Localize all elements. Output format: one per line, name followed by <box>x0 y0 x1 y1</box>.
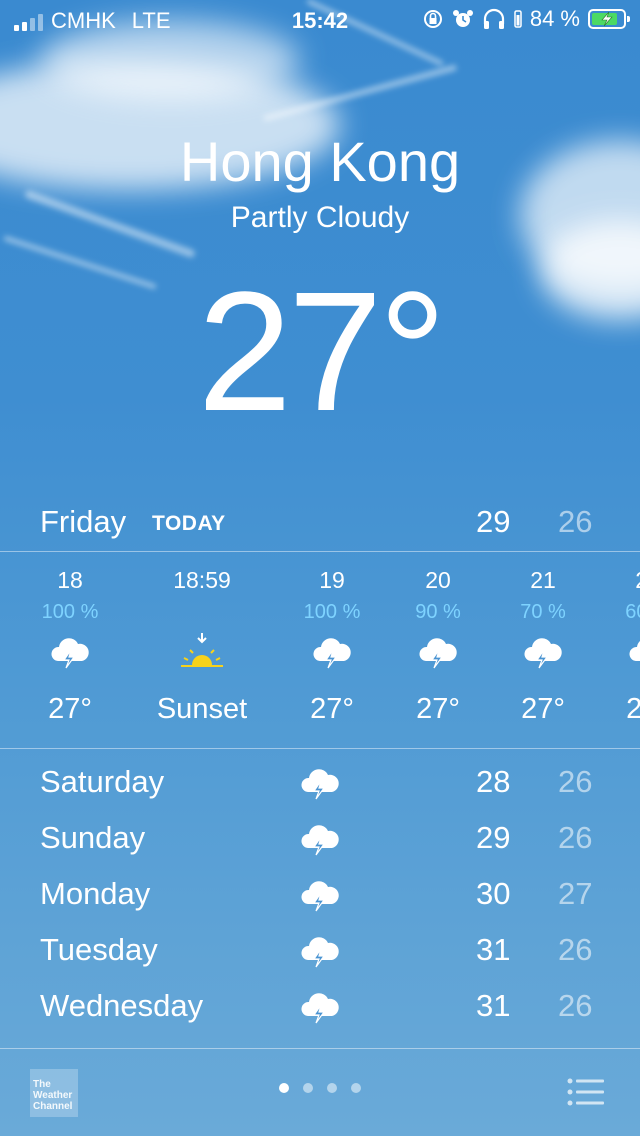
daily-high: 28 <box>476 764 511 799</box>
daily-forecast[interactable]: Saturday 28 26 Sunday 29 26 Monday 30 27 Tuesday 3… <box>0 758 640 1048</box>
divider <box>0 551 640 552</box>
thunderstorm-icon <box>524 638 562 669</box>
daily-day-name: Saturday <box>40 764 165 799</box>
daily-low: 26 <box>558 988 593 1023</box>
daily-high: 30 <box>476 876 511 911</box>
page-dot[interactable] <box>303 1083 313 1093</box>
hourly-time: 22 <box>593 567 640 594</box>
hourly-temperature: 27° <box>416 693 460 725</box>
hourly-temperature: 27° <box>310 693 354 725</box>
hourly-temperature: 27° <box>48 693 92 725</box>
thunderstorm-icon <box>301 881 339 912</box>
city-list-icon[interactable] <box>566 1077 606 1107</box>
hourly-temperature: Sunset <box>156 693 248 725</box>
thunderstorm-icon <box>301 937 339 968</box>
daily-row <box>0 1038 640 1048</box>
page-dot[interactable] <box>327 1083 337 1093</box>
sunset-icon <box>181 633 223 667</box>
thunderstorm-icon <box>301 825 339 856</box>
daily-day-name: Tuesday <box>40 932 158 967</box>
hourly-temperature: 27° <box>521 693 565 725</box>
thunderstorm-icon <box>51 638 89 669</box>
thunderstorm-icon <box>301 769 339 800</box>
alarm-icon <box>452 10 473 27</box>
hourly-time: 20 <box>425 567 451 593</box>
hourly-time: 18:59 <box>173 567 231 593</box>
daily-day-name: Wednesday <box>40 988 204 1023</box>
hourly-precipitation: 70 % <box>520 601 566 623</box>
page-indicator[interactable] <box>0 1083 640 1093</box>
hourly-precipitation: 90 % <box>415 601 461 623</box>
hourly-precipitation: 100 % <box>41 601 99 623</box>
today-high: 29 <box>476 504 511 539</box>
thunderstorm-icon <box>629 641 640 661</box>
today-summary: Friday TODAY 29 26 <box>0 500 640 548</box>
daily-high: 29 <box>476 820 511 855</box>
hourly-precipitation: 100 % <box>303 601 361 623</box>
daily-row: Monday 30 27 <box>0 870 640 926</box>
today-low: 26 <box>558 504 593 539</box>
today-day-name: Friday <box>40 504 127 539</box>
thunderstorm-icon <box>313 638 351 669</box>
small-battery-icon <box>514 10 522 28</box>
thunderstorm-icon <box>419 638 457 669</box>
page-dot[interactable] <box>351 1083 361 1093</box>
weather-condition: Partly Cloudy <box>230 201 410 234</box>
hourly-time: 21 <box>530 567 556 593</box>
hourly-time: 18 <box>57 567 83 593</box>
daily-low: 26 <box>558 820 593 855</box>
hourly-precipitation: 60 % <box>625 601 640 623</box>
weather-channel-logo[interactable]: The Weather Channel <box>30 1069 78 1117</box>
divider <box>0 748 640 749</box>
city-name: Hong Kong <box>179 130 461 193</box>
daily-day-name: Sunday <box>40 820 146 855</box>
headphones-icon <box>483 8 504 29</box>
battery-charging-icon <box>588 9 630 29</box>
daily-row: Tuesday 31 26 <box>0 926 640 982</box>
current-temperature: 27° <box>197 257 446 447</box>
status-bar: CMHK LTE 15:42 84 % <box>0 0 640 42</box>
daily-day-name: Monday <box>40 876 151 911</box>
hourly-temperature: 27° <box>626 693 640 725</box>
hourly-forecast[interactable]: 18 100 % 27° 18:59 Sunset 19 100 % 27° 20 90 % 27°… <box>0 553 640 748</box>
daily-row: Wednesday 31 26 <box>0 982 640 1038</box>
daily-high: 31 <box>476 988 511 1023</box>
battery-percent: 84 % <box>529 6 580 31</box>
daily-low: 27 <box>558 876 593 911</box>
footer-toolbar: The Weather Channel <box>0 1049 640 1136</box>
daily-high: 31 <box>476 932 511 967</box>
orientation-lock-icon <box>423 10 442 28</box>
today-label: TODAY <box>152 512 226 535</box>
page-dot[interactable] <box>279 1083 289 1093</box>
daily-row: Saturday 28 26 <box>0 758 640 814</box>
daily-low: 26 <box>558 932 593 967</box>
daily-row: Sunday 29 26 <box>0 814 640 870</box>
thunderstorm-icon <box>301 993 339 1024</box>
hourly-time: 19 <box>319 567 345 593</box>
daily-low: 26 <box>558 764 593 799</box>
